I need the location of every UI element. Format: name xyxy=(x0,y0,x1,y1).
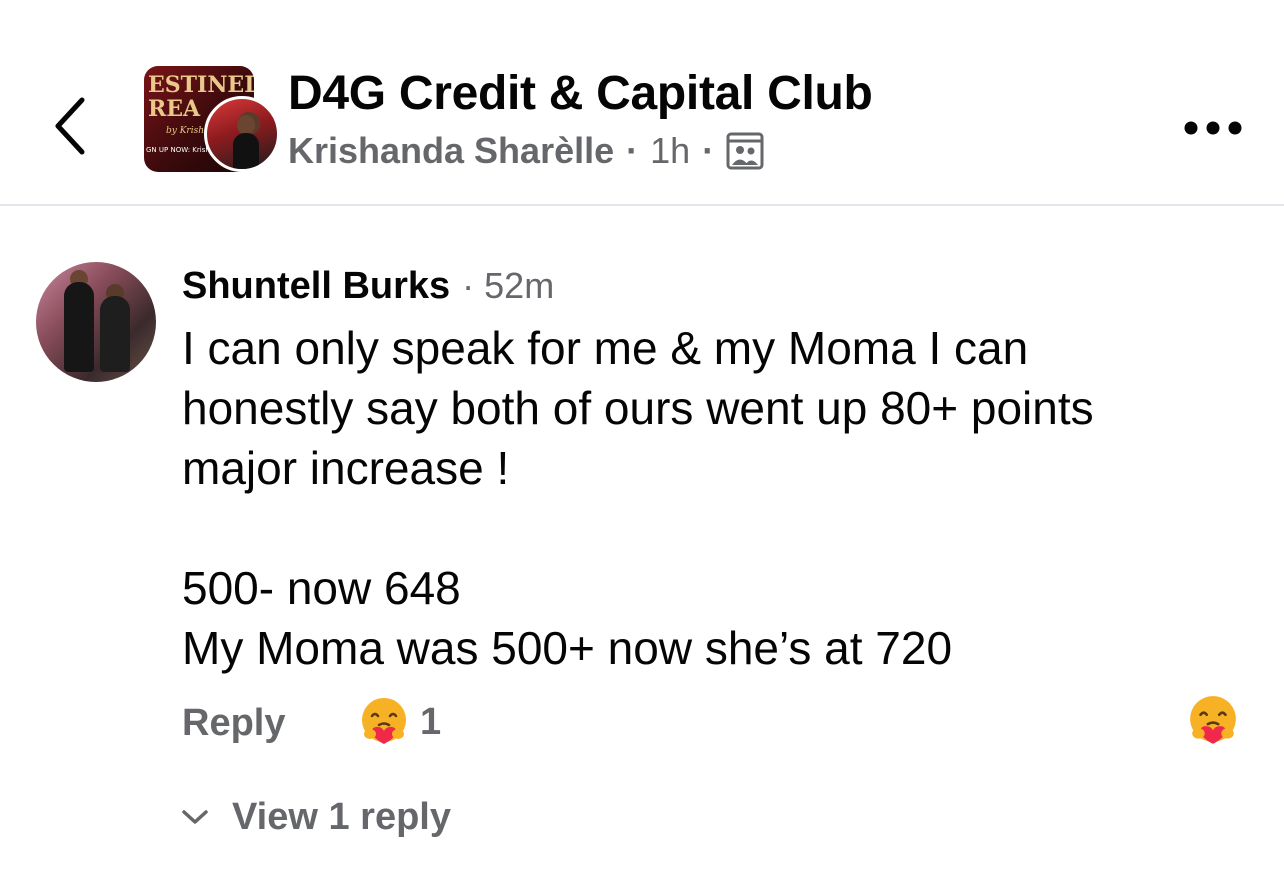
comment-line: honestly say both of ours went up 80+ po… xyxy=(182,382,1094,434)
post-author-name[interactable]: Krishanda Sharèlle xyxy=(288,130,614,172)
commenter-avatar[interactable] xyxy=(36,262,156,382)
view-replies-label: View 1 reply xyxy=(232,795,451,838)
group-title[interactable]: D4G Credit & Capital Club xyxy=(288,66,873,121)
comment-line: My Moma was 500+ now she’s at 720 xyxy=(182,622,953,674)
meta-separator: · xyxy=(702,130,715,171)
back-button[interactable] xyxy=(40,88,100,164)
group-avatar[interactable]: ESTINED REA by Krish GN UP NOW: Krisha xyxy=(144,66,280,176)
react-button[interactable] xyxy=(1186,694,1240,748)
reaction-count: 1 xyxy=(420,700,442,743)
group-icon xyxy=(726,132,764,170)
meta-separator: · xyxy=(626,130,639,171)
reply-button[interactable]: Reply xyxy=(182,700,285,746)
meta-separator: · xyxy=(462,265,475,306)
post-time[interactable]: 1h xyxy=(650,130,690,172)
post-author-avatar[interactable] xyxy=(204,96,280,172)
post-meta: Krishanda Sharèlle · 1h · xyxy=(288,128,764,174)
comment-time: 52m xyxy=(484,265,555,306)
comment-thread-page: ESTINED REA by Krish GN UP NOW: Krisha D… xyxy=(0,0,1284,888)
care-emoji-icon xyxy=(1190,696,1236,744)
comment-line xyxy=(182,498,1262,558)
group-cover-text: ESTINED xyxy=(148,72,254,98)
group-cover-text: REA xyxy=(148,96,201,122)
comment-text: I can only speak for me & my Moma I can … xyxy=(182,318,1262,678)
comment-line: I can only speak for me & my Moma I can xyxy=(182,322,1029,374)
post-header: ESTINED REA by Krish GN UP NOW: Krisha D… xyxy=(0,0,1284,206)
reaction-summary[interactable]: 1 xyxy=(358,696,441,748)
comment-line: major increase ! xyxy=(182,442,510,494)
comment-line: 500- now 648 xyxy=(182,562,461,614)
group-cover-text: by Krish xyxy=(166,126,205,136)
comment-header: Shuntell Burks · 52m xyxy=(182,262,554,310)
care-emoji-icon xyxy=(362,698,406,744)
chevron-left-icon xyxy=(55,97,85,155)
view-replies-button[interactable]: View 1 reply xyxy=(180,794,451,840)
more-dots-icon xyxy=(1184,121,1242,135)
more-options-button[interactable] xyxy=(1178,108,1248,148)
chevron-down-icon xyxy=(182,810,208,824)
commenter-name[interactable]: Shuntell Burks xyxy=(182,265,450,308)
group-cover-text: GN UP NOW: Krisha xyxy=(146,146,215,154)
